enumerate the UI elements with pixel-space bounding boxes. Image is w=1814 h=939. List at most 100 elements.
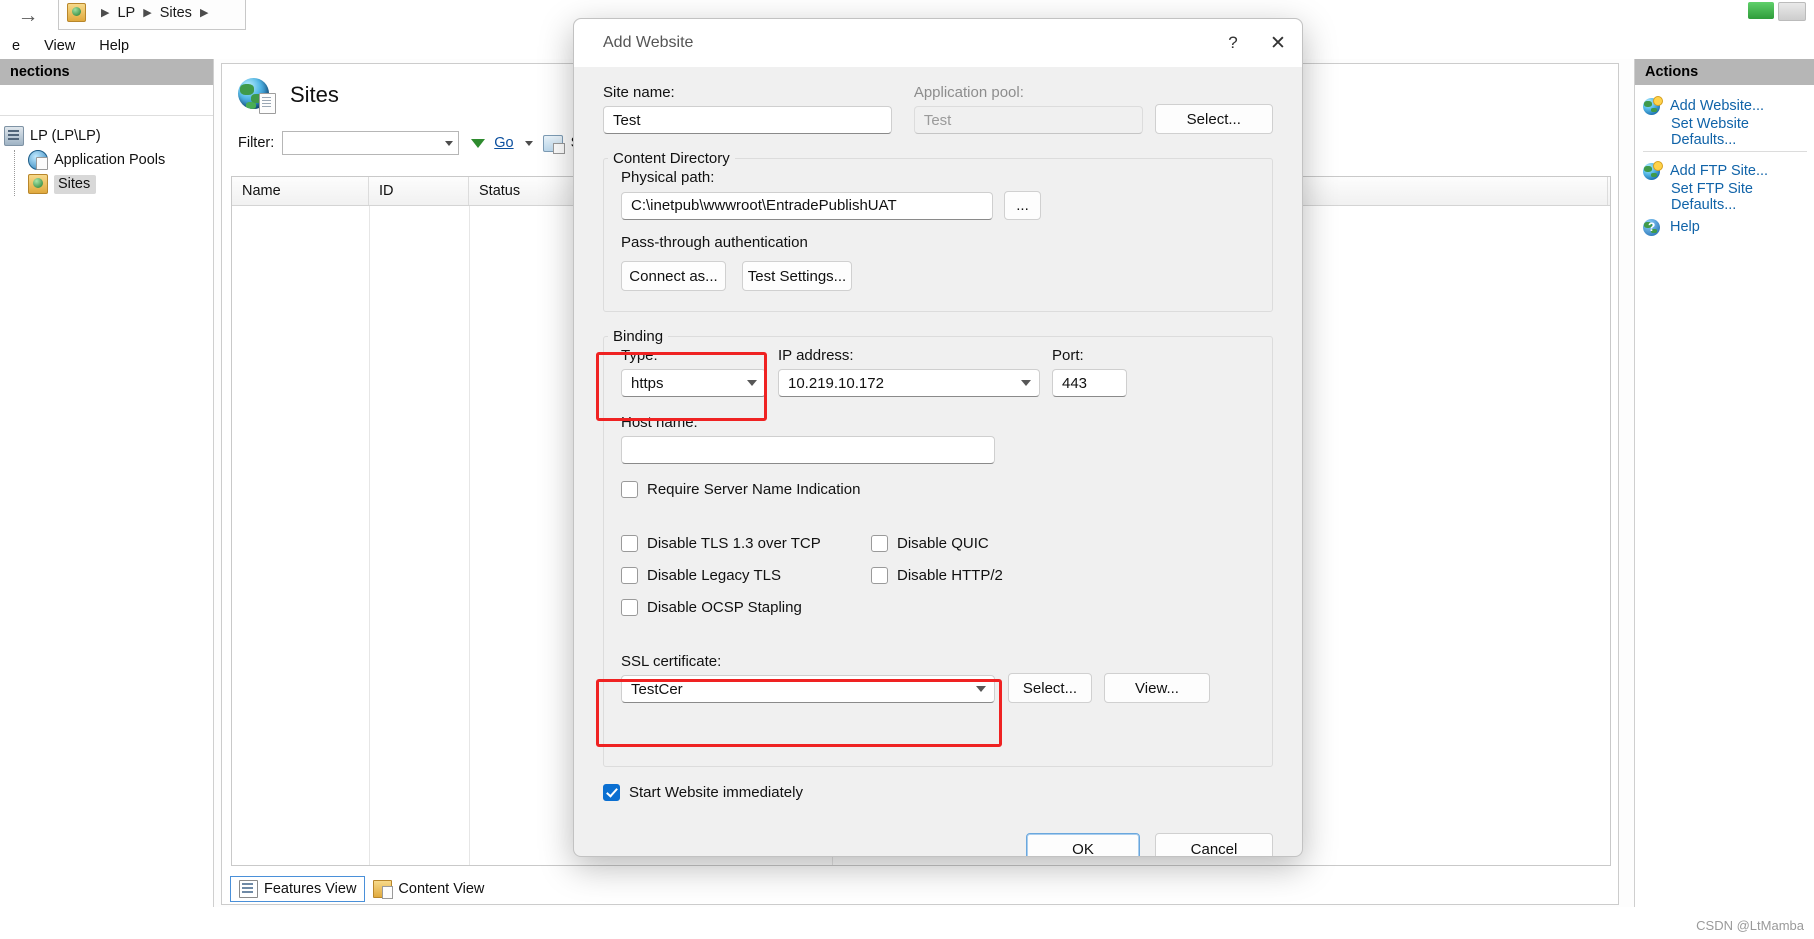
chevron-down-icon [976,686,986,692]
breadcrumb-separator: ▶ [101,7,110,19]
close-icon[interactable]: ✕ [1254,34,1302,53]
physical-path-input[interactable]: C:\inetpub\wwwroot\EntradePublishUAT [621,191,993,220]
chevron-down-icon [1021,380,1031,386]
breadcrumb-item-lp[interactable]: LP [117,5,135,21]
menu-view[interactable]: View [32,36,87,56]
dialog-body: Site name: Test Application pool: Test S… [574,84,1302,856]
content-view-icon [373,880,394,899]
disable-quic-row[interactable]: Disable QUIC [871,535,1121,552]
help-icon[interactable]: ? [1212,33,1254,53]
disable-http2-row[interactable]: Disable HTTP/2 [871,567,1121,584]
actions-divider [1643,151,1807,152]
cancel-button[interactable]: Cancel [1155,833,1273,856]
go-button[interactable]: Go [494,135,513,151]
port-input[interactable]: 443 [1052,369,1127,397]
connections-tree: LP (LP\LP) Application Pools Sites [0,116,213,196]
action-set-ftp-site-defaults[interactable]: Set FTP Site Defaults... [1635,181,1814,213]
tree-label-application-pools: Application Pools [54,152,166,168]
disable-tls13-label: Disable TLS 1.3 over TCP [647,535,821,552]
ssl-certificate-select[interactable]: TestCer [621,675,995,703]
add-website-dialog: Add Website ? ✕ Site name: Test Applicat… [573,18,1303,857]
tree-item-application-pools[interactable]: Application Pools [0,148,213,172]
test-settings-button[interactable]: Test Settings... [742,261,852,291]
tree-item-server[interactable]: LP (LP\LP) [0,124,213,148]
tab-content-view[interactable]: Content View [365,877,492,901]
filter-input[interactable] [282,131,460,155]
disable-http2-checkbox[interactable] [871,567,888,584]
ssl-view-button[interactable]: View... [1104,673,1210,703]
start-website-checkbox[interactable] [603,784,620,801]
browse-button[interactable]: ... [1004,191,1041,220]
app-pool-icon [28,150,48,170]
dialog-title: Add Website [603,34,694,51]
tree-label-sites: Sites [54,174,97,194]
action-help[interactable]: ? Help [1635,214,1814,240]
menu-help[interactable]: Help [87,36,141,56]
connect-as-button[interactable]: Connect as... [621,261,726,291]
tree-item-sites[interactable]: Sites [0,172,213,196]
filter-label: Filter: [238,135,275,151]
breadcrumb-separator: ▶ [199,7,209,19]
disable-legacy-tls-row[interactable]: Disable Legacy TLS [621,567,871,584]
grid-header-name[interactable]: Name [232,177,369,205]
binding-type-select[interactable]: https [621,369,766,397]
ssl-select-button[interactable]: Select... [1008,673,1092,703]
binding-type-label: Type: [621,347,658,364]
tree-guide-line [14,150,16,196]
binding-group: Binding Type: https IP address: 10.219.1… [603,328,1273,767]
breadcrumb-item-sites[interactable]: Sites [160,5,192,21]
view-tabs: Features View Content View [230,874,492,904]
ip-address-select[interactable]: 10.219.10.172 [778,369,1040,397]
add-ftp-site-icon [1643,161,1663,181]
breadcrumb[interactable]: ▶ LP ▶ Sites ▶ [58,0,246,30]
disable-ocsp-stapling-row[interactable]: Disable OCSP Stapling [621,599,871,616]
select-app-pool-button[interactable]: Select... [1154,104,1273,134]
action-set-website-defaults[interactable]: Set Website Defaults... [1635,116,1814,148]
help-icon: ? [1643,217,1663,237]
require-sni-row[interactable]: Require Server Name Indication [621,481,1255,498]
actions-panel: Actions Add Website... Set Website Defau… [1634,59,1814,907]
disable-tls13-row[interactable]: Disable TLS 1.3 over TCP [621,535,871,552]
disable-ocsp-stapling-checkbox[interactable] [621,599,638,616]
ok-button[interactable]: OK [1026,833,1140,856]
server-icon [4,126,24,146]
connections-toolbar [0,85,213,116]
server-icon [67,3,86,22]
physical-path-label: Physical path: [621,169,715,186]
disable-legacy-tls-checkbox[interactable] [621,567,638,584]
tree-label-server: LP (LP\LP) [30,128,101,144]
funnel-icon[interactable] [471,138,486,148]
port-label: Port: [1052,347,1084,364]
disable-quic-checkbox[interactable] [871,535,888,552]
chevron-down-icon[interactable] [524,140,533,146]
start-website-row[interactable]: Start Website immediately [603,784,1273,801]
application-pool-input: Test [913,106,1143,134]
actions-header: Actions [1635,59,1814,85]
site-name-input[interactable]: Test [603,106,893,134]
tab-features-view[interactable]: Features View [230,876,366,902]
tab-features-view-label: Features View [264,881,357,897]
action-add-website-label: Add Website... [1670,98,1765,114]
chevron-down-icon [747,380,757,386]
breadcrumb-separator: ▶ [143,7,152,19]
disable-tls13-checkbox[interactable] [621,535,638,552]
ssl-certificate-value: TestCer [631,680,683,698]
menu-file[interactable]: e [0,36,32,56]
disable-ocsp-stapling-label: Disable OCSP Stapling [647,599,802,616]
disable-quic-label: Disable QUIC [897,535,989,552]
application-pool-label: Application pool: [913,84,1024,101]
watermark: CSDN @LtMamba [1696,918,1804,933]
host-name-input[interactable] [621,436,995,464]
ip-address-value: 10.219.10.172 [788,374,884,392]
require-sni-checkbox[interactable] [621,481,638,498]
grid-header-id[interactable]: ID [369,177,469,205]
tab-content-view-label: Content View [398,881,485,897]
back-arrow-icon[interactable]: → [6,2,50,29]
binding-type-value: https [631,374,664,392]
window-badge-green [1748,2,1774,19]
window-controls [1748,2,1806,21]
ip-address-label: IP address: [778,347,854,364]
require-sni-label: Require Server Name Indication [647,481,861,498]
ssl-certificate-label: SSL certificate: [621,653,722,670]
show-all-icon[interactable] [542,134,565,154]
